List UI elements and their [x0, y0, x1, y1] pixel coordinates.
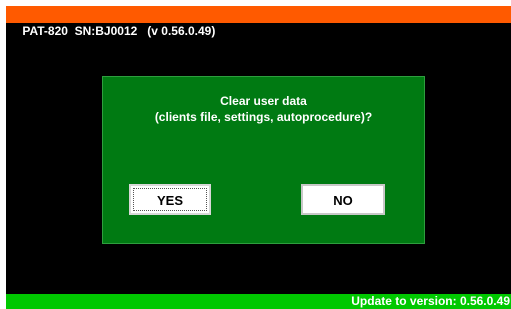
- update-version-label: Update to version: 0.56.0.49: [351, 294, 510, 308]
- device-screen: PAT-820 SN:BJ0012 (v 0.56.0.49) Clear us…: [6, 6, 511, 309]
- dialog-message-line-1: Clear user data: [220, 94, 307, 108]
- dialog-message-line-2: (clients file, settings, autoprocedure)?: [154, 110, 373, 124]
- dialog-message: Clear user data (clients file, settings,…: [103, 93, 424, 125]
- device-info-label: PAT-820 SN:BJ0012 (v 0.56.0.49): [22, 24, 216, 38]
- no-button[interactable]: NO: [301, 184, 385, 215]
- title-bar: PAT-820 SN:BJ0012 (v 0.56.0.49): [6, 6, 511, 38]
- status-bar: Update to version: 0.56.0.49: [6, 294, 511, 309]
- yes-button[interactable]: YES: [129, 184, 211, 215]
- clear-user-data-dialog: Clear user data (clients file, settings,…: [102, 76, 425, 244]
